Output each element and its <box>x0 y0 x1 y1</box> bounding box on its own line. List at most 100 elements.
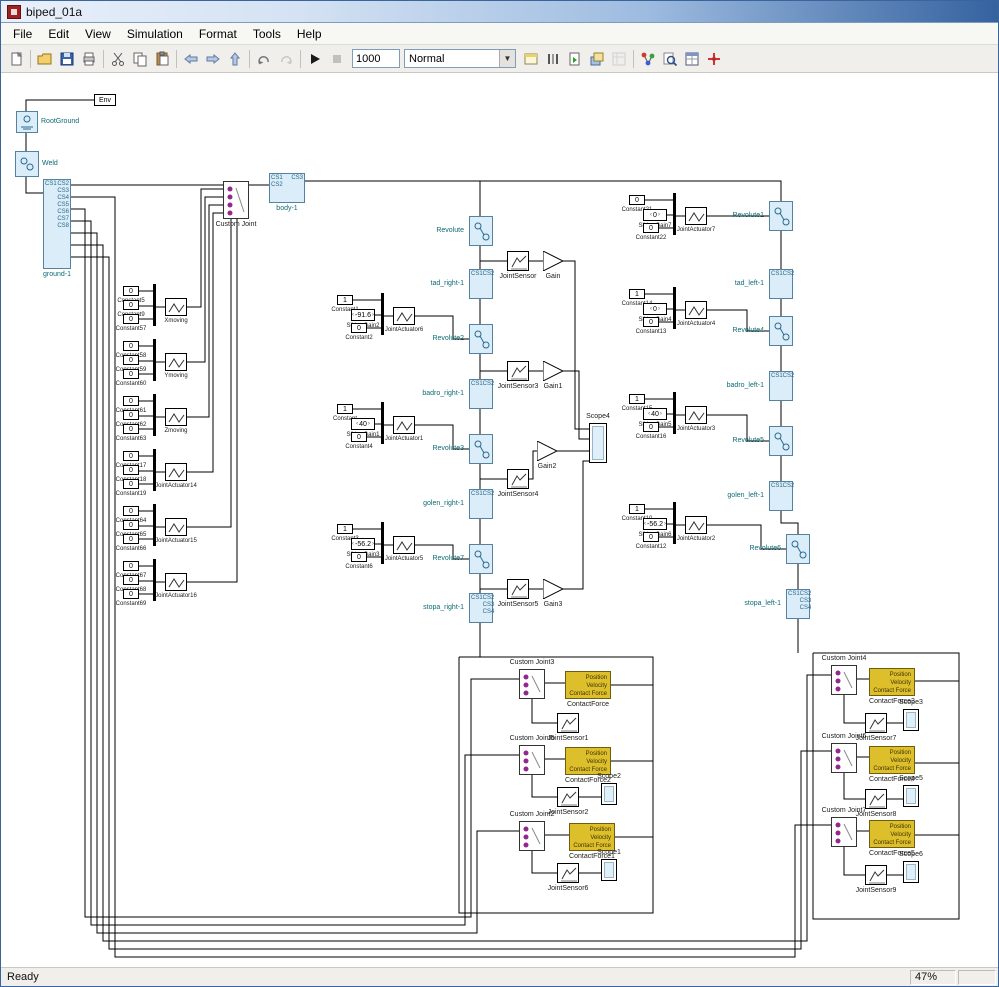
block-stopa_l[interactable]: CS1CS2CS3CS4 <box>786 589 810 619</box>
block-cf4[interactable]: PositionVelocityContact Force <box>869 746 915 774</box>
block-g11-c3[interactable]: 0 <box>643 422 659 432</box>
block-sc5[interactable] <box>903 785 919 807</box>
block-badro_r[interactable]: CS1CS2 <box>469 379 493 409</box>
block-g8-c1[interactable]: 1 <box>337 524 353 534</box>
block-rev2[interactable] <box>469 324 493 354</box>
chevron-down-icon[interactable]: ▼ <box>499 50 515 67</box>
block-g5-c3[interactable]: 0 <box>123 589 139 599</box>
model-canvas[interactable]: EnvRootGroundWeldCS1CS2CS3CS4CS5CS6CS7CS… <box>1 73 998 967</box>
block-rev3[interactable] <box>469 434 493 464</box>
block-g0-act[interactable] <box>165 298 187 316</box>
nav-forward-icon[interactable] <box>202 48 224 70</box>
block-rev_l1[interactable] <box>769 201 793 231</box>
block-g5-c2[interactable]: 0 <box>123 575 139 585</box>
block-g9-c3[interactable]: 0 <box>643 223 659 233</box>
model-explorer-icon[interactable] <box>520 48 542 70</box>
block-g2-c3[interactable]: 0 <box>123 424 139 434</box>
block-sc6[interactable] <box>903 861 919 883</box>
block-jsr2[interactable] <box>557 787 579 807</box>
block-g4-c3[interactable]: 0 <box>123 534 139 544</box>
block-g12-c1[interactable]: 1 <box>629 504 645 514</box>
block-cj2[interactable] <box>519 821 545 851</box>
block-g1-act[interactable] <box>165 353 187 371</box>
block-g10-act[interactable] <box>685 301 707 319</box>
block-cf1[interactable]: PositionVelocityContact Force <box>569 823 615 851</box>
block-gain3[interactable] <box>543 579 563 599</box>
block-cf5[interactable]: PositionVelocityContact Force <box>869 820 915 848</box>
menu-help[interactable]: Help <box>289 24 330 44</box>
block-rev6[interactable] <box>786 534 810 564</box>
block-g1-c1[interactable]: 0 <box>123 341 139 351</box>
block-gain0[interactable] <box>543 251 563 271</box>
block-cf0[interactable]: PositionVelocityContact Force <box>565 671 611 699</box>
block-jsl3[interactable] <box>865 865 887 885</box>
sim-stop-time-input[interactable] <box>352 49 400 68</box>
block-cf3[interactable]: PositionVelocityContact Force <box>869 668 915 696</box>
block-g1-c2[interactable]: 0 <box>123 355 139 365</box>
block-tad_r[interactable]: CS1CS2 <box>469 269 493 299</box>
block-g4-c1[interactable]: 0 <box>123 506 139 516</box>
block-g3-c2[interactable]: 0 <box>123 465 139 475</box>
block-scope4[interactable] <box>589 423 607 463</box>
block-jsl1[interactable] <box>865 713 887 733</box>
block-body1[interactable]: CS1CS2CS3 <box>269 173 305 203</box>
block-g8-act[interactable] <box>393 536 415 554</box>
block-g9-sl[interactable]: ‹0› <box>643 209 667 221</box>
nav-back-icon[interactable] <box>180 48 202 70</box>
block-g2-act[interactable] <box>165 408 187 426</box>
block-cj6[interactable] <box>831 743 857 773</box>
block-g12-sl[interactable]: ‹-56.2› <box>643 518 667 530</box>
block-cj4[interactable] <box>831 665 857 695</box>
block-golen_l[interactable]: CS1CS2 <box>769 481 793 511</box>
block-g3-c3[interactable]: 0 <box>123 479 139 489</box>
block-jsl2[interactable] <box>865 789 887 809</box>
menu-view[interactable]: View <box>77 24 119 44</box>
block-badro_l[interactable]: CS1CS2 <box>769 371 793 401</box>
undo-icon[interactable] <box>253 48 275 70</box>
block-rev_r1[interactable] <box>469 216 493 246</box>
mech-env-icon[interactable] <box>703 48 725 70</box>
block-cj7[interactable] <box>831 817 857 847</box>
block-g3-c1[interactable]: 0 <box>123 451 139 461</box>
block-g11-act[interactable] <box>685 406 707 424</box>
block-g11-c1[interactable]: 1 <box>629 394 645 404</box>
block-g8-sl[interactable]: ‹-56.2› <box>351 538 375 550</box>
start-sim-icon[interactable] <box>304 48 326 70</box>
stop-sim-icon[interactable] <box>326 48 348 70</box>
block-g6-act[interactable] <box>393 307 415 325</box>
block-g12-act[interactable] <box>685 516 707 534</box>
block-g5-c1[interactable]: 0 <box>123 561 139 571</box>
block-g6-c1[interactable]: 1 <box>337 295 353 305</box>
menu-tools[interactable]: Tools <box>245 24 289 44</box>
block-g11-mux[interactable] <box>673 392 676 434</box>
block-tad_l[interactable]: CS1CS2 <box>769 269 793 299</box>
block-g0-c2[interactable]: 0 <box>123 300 139 310</box>
block-sc3[interactable] <box>903 709 919 731</box>
block-g9-c1[interactable]: 0 <box>629 195 645 205</box>
block-g12-c3[interactable]: 0 <box>643 532 659 542</box>
menu-simulation[interactable]: Simulation <box>119 24 191 44</box>
block-g3-act[interactable] <box>165 463 187 481</box>
sim-mode-dropdown[interactable]: Normal ▼ <box>404 49 516 68</box>
block-g2-c1[interactable]: 0 <box>123 396 139 406</box>
block-rev7[interactable] <box>469 544 493 574</box>
block-g0-c3[interactable]: 0 <box>123 314 139 324</box>
block-g7-mux[interactable] <box>381 402 384 444</box>
block-g4-act[interactable] <box>165 518 187 536</box>
library-browser-icon[interactable] <box>586 48 608 70</box>
block-g10-sl[interactable]: ‹0› <box>643 303 667 315</box>
block-cj5[interactable] <box>519 745 545 775</box>
block-g10-c3[interactable]: 0 <box>643 317 659 327</box>
block-g6-sl[interactable]: ‹-91.6› <box>351 309 375 321</box>
block-g8-mux[interactable] <box>381 522 384 564</box>
block-g9-mux[interactable] <box>673 193 676 235</box>
block-env[interactable]: Env <box>94 94 116 106</box>
block-rootground[interactable] <box>16 111 38 133</box>
model-browser-icon[interactable] <box>608 48 630 70</box>
block-g10-c1[interactable]: 1 <box>629 289 645 299</box>
block-g7-act[interactable] <box>393 416 415 434</box>
block-g4-c2[interactable]: 0 <box>123 520 139 530</box>
paste-icon[interactable] <box>151 48 173 70</box>
save-icon[interactable] <box>56 48 78 70</box>
open-icon[interactable] <box>34 48 56 70</box>
